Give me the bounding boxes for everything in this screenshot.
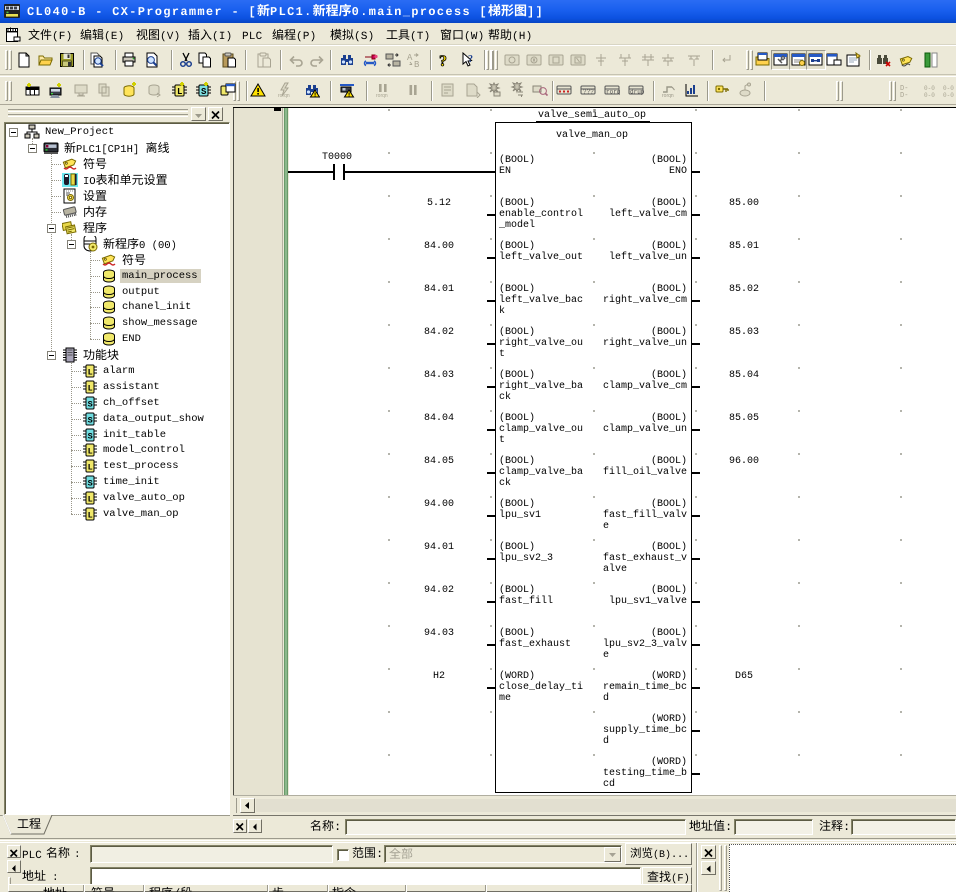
svg-text:0-0: 0-0 [943,85,954,92]
svg-text:0-0: 0-0 [924,85,935,92]
svg-text:L: L [88,447,93,457]
svg-text:S: S [88,479,93,489]
svg-text:A: A [407,53,413,63]
svg-text:drup: drup [630,89,644,96]
svg-text:B: B [414,60,420,68]
svg-text:rorqn: rorqn [278,93,290,98]
svg-text:S: S [88,416,93,426]
svg-text:?: ? [468,54,473,65]
svg-text:L: L [88,511,93,521]
svg-text:D-: D- [900,92,908,98]
svg-text:rorqn: rorqn [606,89,620,96]
svg-text:???: ??? [583,89,594,96]
svg-text:0-0: 0-0 [943,92,954,98]
svg-text:rorqn: rorqn [662,93,674,98]
svg-text:?: ? [439,53,447,68]
svg-text:L: L [88,368,93,378]
svg-text:L: L [88,463,93,473]
svg-text:L: L [177,87,182,97]
svg-text:S: S [88,400,93,410]
svg-text:0-0: 0-0 [924,92,935,98]
svg-text:L: L [88,384,93,394]
svg-text:L: L [88,495,93,505]
svg-text:rorqn: rorqn [376,93,388,98]
svg-text:S: S [88,432,93,442]
svg-text:S: S [201,87,207,97]
